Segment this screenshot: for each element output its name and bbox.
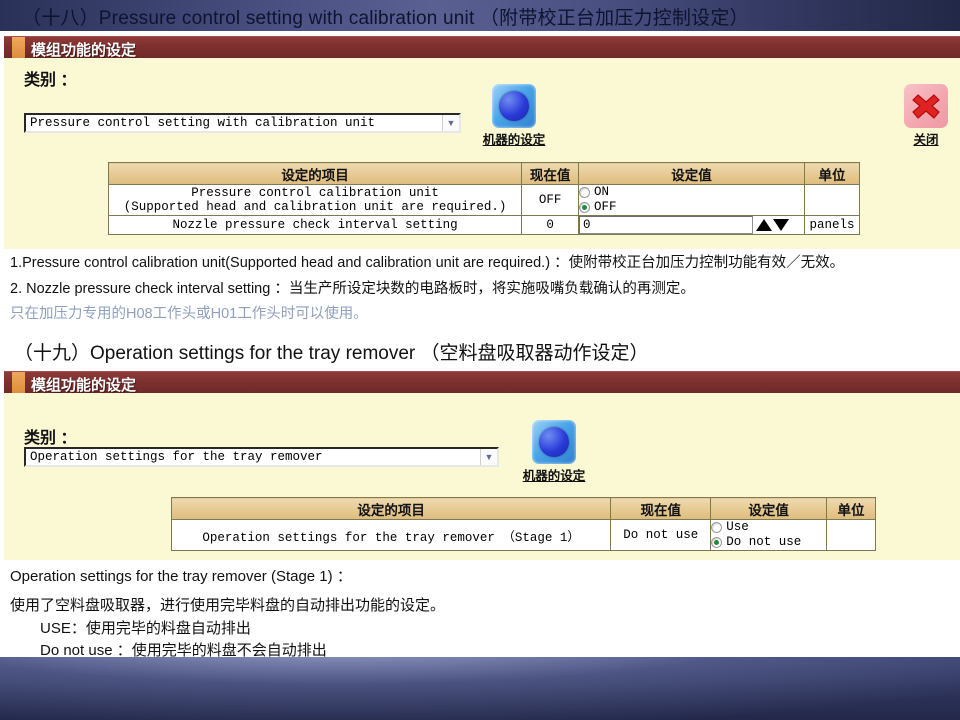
radio-icon-on[interactable] (579, 187, 591, 198)
dialog-2-accent-block (12, 372, 25, 394)
dialog-1-titlebar: 模组功能的设定 (4, 36, 960, 59)
close-button[interactable]: 关闭 (897, 84, 955, 148)
table-1-header-row: 设定的项目 现在值 设定值 单位 (107, 162, 860, 185)
description-2: 使用了空料盘吸取器，进行使用完毕料盘的自动排出功能的设定。 (10, 597, 446, 614)
dialog-1-accent-block (12, 37, 25, 59)
table-row: Nozzle pressure check interval setting 0… (107, 215, 860, 235)
blue-orb-icon (499, 91, 529, 121)
radio-option-off[interactable]: OFF (579, 200, 804, 215)
table-1-col-unit: 单位 (804, 162, 860, 185)
chevron-down-icon[interactable]: ▼ (480, 449, 497, 465)
table-row: Pressure control calibration unit (Suppo… (107, 184, 860, 216)
dialog-1-title: 模组功能的设定 (31, 42, 137, 59)
row-1-item-line2: (Supported head and calibration unit are… (123, 200, 507, 214)
table-2-header-row: 设定的项目 现在值 设定值 单位 (170, 497, 876, 520)
row-2-current-value: 0 (521, 215, 580, 235)
table-row: Operation settings for the tray remover … (170, 519, 876, 551)
category-label-2: 类别 ： (24, 430, 77, 447)
description-3: USE：使用完毕的料盘自动排出 (10, 620, 251, 637)
row-3-setting-value: Use Do not use (710, 519, 828, 551)
row-1-item: Pressure control calibration unit (Suppo… (107, 184, 523, 216)
section2-title: （十九）Operation settings for the tray remo… (14, 343, 649, 364)
blue-orb-icon (539, 427, 569, 457)
row-1-current-value: OFF (521, 184, 580, 216)
category-label-1: 类别 ： (24, 72, 77, 89)
slide-title-band: （十八）Pressure control setting with calibr… (0, 0, 960, 31)
radio-option-off-label: OFF (594, 200, 617, 214)
note-2: 2. Nozzle pressure check interval settin… (10, 281, 695, 297)
spin-down-icon[interactable] (773, 219, 790, 231)
radio-icon-use[interactable] (711, 522, 723, 533)
row-3-item: Operation settings for the tray remover … (170, 519, 612, 551)
table-2-col-setting: 设定值 (710, 497, 828, 520)
row-2-setting-value: 0 (578, 215, 805, 235)
machine-settings-button-1[interactable]: 机器的设定 (474, 84, 554, 148)
category-dropdown-2-value: Operation settings for the tray remover (30, 450, 323, 464)
section1-title: （十八）Pressure control setting with calibr… (22, 8, 749, 29)
dialog-2-title: 模组功能的设定 (31, 377, 137, 394)
note-1: 1.Pressure control calibration unit(Supp… (10, 255, 845, 271)
dialog-2-titlebar: 模组功能的设定 (4, 371, 960, 394)
radio-icon-off[interactable] (579, 202, 591, 213)
settings-table-2: 设定的项目 现在值 设定值 单位 Operation settings for … (170, 497, 876, 551)
category-dropdown-1-value: Pressure control setting with calibratio… (30, 116, 376, 130)
stepper-buttons[interactable] (756, 219, 790, 231)
close-icon (904, 84, 948, 128)
machine-settings-icon (532, 420, 576, 464)
radio-option-on-label: ON (594, 185, 610, 199)
row-1-setting-value: ON OFF (578, 184, 805, 216)
nozzle-interval-stepper[interactable]: 0 (579, 216, 804, 234)
row-2-unit: panels (804, 215, 860, 235)
category-dropdown-1[interactable]: Pressure control setting with calibratio… (24, 113, 461, 133)
radio-option-do-not-use[interactable]: Do not use (711, 535, 826, 550)
table-1-col-current: 现在值 (521, 162, 580, 185)
radio-option-use-label: Use (726, 520, 749, 534)
spin-up-icon[interactable] (756, 219, 773, 231)
table-2-col-item: 设定的项目 (170, 497, 612, 520)
chevron-down-icon[interactable]: ▼ (442, 115, 459, 131)
table-2-col-current: 现在值 (610, 497, 712, 520)
dialog-2-body: 类别 ： Operation settings for the tray rem… (4, 393, 960, 560)
nozzle-interval-input[interactable]: 0 (579, 216, 754, 234)
radio-option-on[interactable]: ON (579, 185, 804, 200)
close-button-label: 关闭 (913, 133, 939, 147)
module-function-dialog-2: 模组功能的设定 类别 ： Operation settings for the … (4, 371, 960, 560)
radio-option-do-not-use-label: Do not use (726, 535, 802, 549)
slide-page: （十八）Pressure control setting with calibr… (0, 0, 960, 720)
slide-bottom-band (0, 657, 960, 720)
radio-icon-do-not-use[interactable] (711, 537, 723, 548)
dialog-1-body: 类别 ： Pressure control setting with calib… (4, 58, 960, 249)
radio-option-use[interactable]: Use (711, 520, 826, 535)
machine-settings-button-1-label: 机器的设定 (482, 133, 546, 147)
note-3: 只在加压力专用的H08工作头或H01工作头时可以使用。 (10, 306, 368, 322)
category-dropdown-2[interactable]: Operation settings for the tray remover … (24, 447, 499, 467)
row-2-item: Nozzle pressure check interval setting (107, 215, 523, 235)
machine-settings-button-2[interactable]: 机器的设定 (514, 420, 594, 484)
row-1-item-line1: Pressure control calibration unit (191, 186, 439, 200)
module-function-dialog-1: 模组功能的设定 类别 ： Pressure control setting wi… (4, 36, 960, 249)
machine-settings-button-2-label: 机器的设定 (522, 469, 586, 483)
settings-table-1: 设定的项目 现在值 设定值 单位 Pressure control calibr… (107, 162, 860, 235)
table-2-col-unit: 单位 (826, 497, 876, 520)
row-3-unit (826, 519, 876, 551)
machine-settings-icon (492, 84, 536, 128)
table-1-col-item: 设定的项目 (107, 162, 523, 185)
table-1-col-setting: 设定值 (578, 162, 805, 185)
description-1: Operation settings for the tray remover … (10, 568, 352, 585)
row-1-unit (804, 184, 860, 216)
row-3-current-value: Do not use (610, 519, 712, 551)
